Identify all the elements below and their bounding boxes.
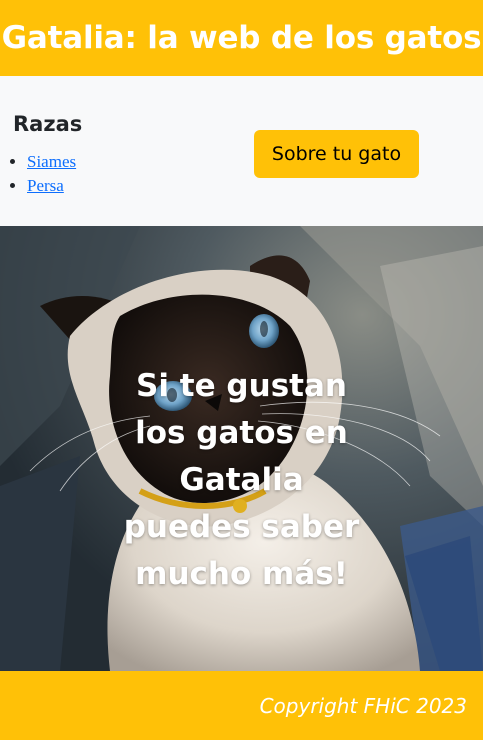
breeds-heading: Razas xyxy=(13,112,83,136)
site-title: Gatalia: la web de los gatos xyxy=(1,20,482,56)
breeds-list: Siames Persa xyxy=(27,150,76,198)
list-item: Persa xyxy=(27,174,76,198)
site-footer: Copyright FHiC 2023 xyxy=(0,671,483,740)
breed-link-siames[interactable]: Siames xyxy=(27,152,76,171)
copyright-text: Copyright FHiC 2023 xyxy=(259,693,467,718)
about-your-cat-button[interactable]: Sobre tu gato xyxy=(254,130,419,178)
site-header: Gatalia: la web de los gatos xyxy=(0,0,483,76)
list-item: Siames xyxy=(27,150,76,174)
hero-tagline: Si te gustan los gatos en Gatalia puedes… xyxy=(123,368,360,592)
breeds-nav: Razas Siames Persa Sobre tu gato xyxy=(0,76,483,226)
breed-link-persa[interactable]: Persa xyxy=(27,176,64,195)
hero-banner: Si te gustan los gatos en Gatalia puedes… xyxy=(0,226,483,671)
